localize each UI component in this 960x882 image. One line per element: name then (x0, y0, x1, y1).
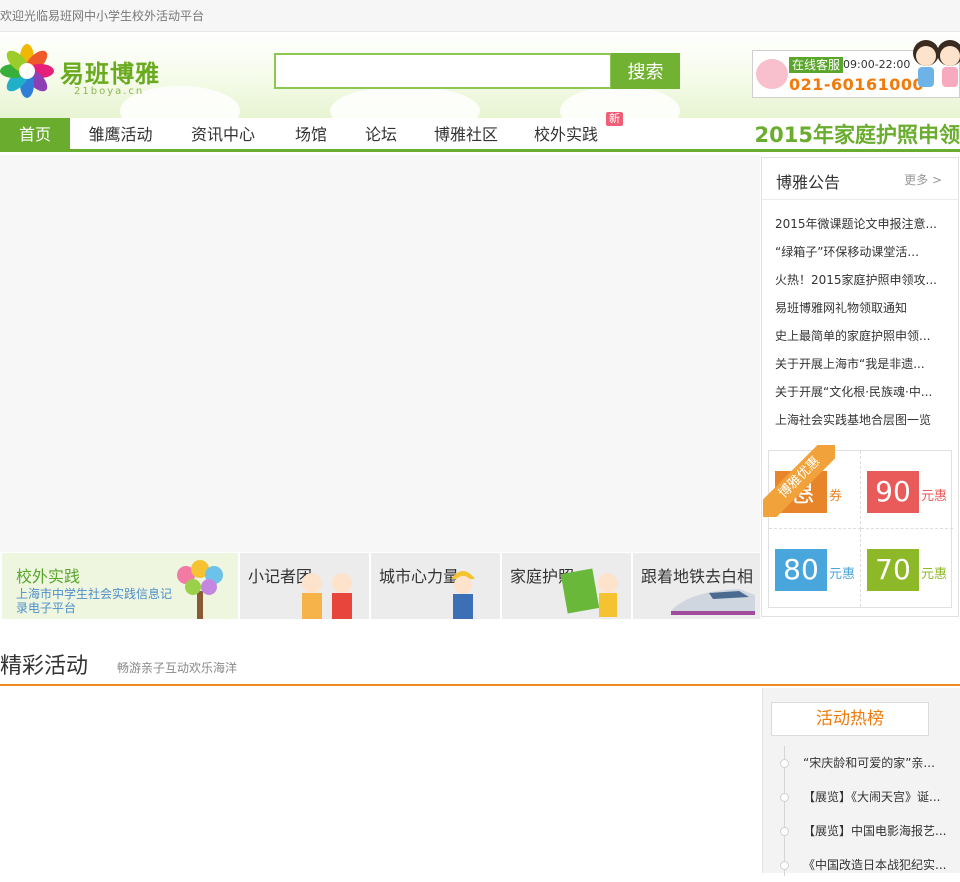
notice-item[interactable]: 关于开展“文化根·民族魂·中... (762, 378, 954, 406)
metro-train-icon (671, 589, 755, 615)
hot-item-label: 【展览】《大闹天宫》诞... (803, 790, 941, 804)
tile-reporter[interactable]: 小记者团 (240, 553, 369, 619)
nav-item-eagle-activity[interactable]: 雏鹰活动 (70, 118, 171, 152)
nav-item-venues[interactable]: 场馆 (275, 118, 347, 152)
hot-item-label: “宋庆龄和可爱的家”亲... (803, 756, 935, 770)
notice-list: 2015年微课题论文申报注意... “绿箱子”环保移动课堂活... 火热！201… (762, 200, 958, 434)
logo-name: 易班博雅 (60, 60, 160, 88)
hot-title: 活动热榜 (771, 702, 929, 736)
cloud-decoration (330, 86, 480, 118)
tile-metro[interactable]: 跟着地铁去白相 (633, 553, 760, 619)
section-header: 精彩活动 畅游亲子互动欢乐海洋 (0, 648, 960, 686)
search-input[interactable] (274, 53, 612, 89)
nav-item-news[interactable]: 资讯中心 (171, 118, 275, 152)
coupon-ribbon-label: 博雅优惠 (763, 445, 835, 517)
service-hours: 09:00-22:00 (843, 58, 911, 71)
flower-logo-icon (0, 44, 54, 98)
notice-item[interactable]: 关于开展上海市“我是非遗... (762, 350, 954, 378)
service-phone: 021-60161000 (789, 75, 925, 94)
tile-city-power[interactable]: 城市心力量 (371, 553, 500, 619)
coupon-value: 70 (867, 549, 919, 591)
kids-reporter-icon (302, 573, 352, 619)
notice-item[interactable]: 上海社会实践基地合层图一览 (762, 406, 954, 434)
tile-subtitle: 上海市中学生社会实践信息记录电子平台 (16, 587, 173, 615)
site-logo[interactable]: 易班博雅 21boya.cn (0, 44, 170, 100)
nav-label: 资讯中心 (190, 125, 255, 144)
nav-item-forum[interactable]: 论坛 (347, 118, 415, 152)
pig-mascot-icon (756, 59, 788, 89)
search-box: 搜索 (274, 53, 680, 89)
hot-list: “宋庆龄和可爱的家”亲... 【展览】《大闹天宫》诞... 【展览】中国电影海报… (763, 746, 960, 882)
logo-domain: 21boya.cn (74, 86, 145, 97)
section-subtitle: 畅游亲子互动欢乐海洋 (117, 661, 238, 675)
hot-item-label: 《中国改造日本战犯纪实... (803, 858, 947, 872)
main-nav: 首页 雏鹰活动 资讯中心 场馆 论坛 博雅社区 校外实践 新 2015年家庭护照… (0, 112, 960, 152)
nav-promo-banner[interactable]: 2015年家庭护照申领 (755, 118, 960, 152)
coupon-unit: 元惠 (921, 489, 948, 504)
service-tag: 在线客服 (789, 57, 844, 73)
coupon-ribbon: 博雅优惠 (763, 445, 835, 517)
coupon-panel: 惠 券 90 元惠 80 元惠 70 元惠 博雅优惠 (763, 445, 953, 608)
coupon-cell[interactable]: 90 元惠 (861, 451, 953, 529)
search-button[interactable]: 搜索 (611, 53, 680, 89)
coupon-unit: 元惠 (921, 567, 948, 582)
tile-family-passport[interactable]: 家庭护照 (502, 553, 631, 619)
feature-tiles: 校外实践 上海市中学生社会实践信息记录电子平台 小记者团 城市心力量 家庭护照 … (0, 553, 760, 619)
hero-banner[interactable] (0, 155, 760, 552)
hot-item[interactable]: “宋庆龄和可爱的家”亲... (763, 746, 953, 780)
section-title: 精彩活动 (0, 654, 89, 679)
coupon-value: 80 (775, 549, 827, 591)
hot-item-label: 【展览】中国电影海报艺... (803, 824, 947, 838)
notice-title: 博雅公告 (776, 173, 841, 192)
notice-item[interactable]: 2015年微课题论文申报注意... (762, 210, 954, 238)
nav-label: 博雅社区 (433, 125, 498, 144)
notice-more-link[interactable]: 更多 > (904, 171, 942, 188)
new-badge: 新 (606, 112, 623, 126)
notice-item[interactable]: 火热！2015家庭护照申领攻... (762, 266, 954, 294)
nav-label: 校外实践 (533, 125, 598, 144)
hot-activities-panel: 活动热榜 “宋庆龄和可爱的家”亲... 【展览】《大闹天宫》诞... 【展览】中… (762, 688, 960, 876)
top-welcome-bar: 欢迎光临易班网中小学生校外活动平台 (0, 0, 960, 32)
kids-mascot-icon (913, 40, 960, 87)
hot-item[interactable]: 【展览】中国电影海报艺... (763, 814, 953, 848)
nav-item-community[interactable]: 博雅社区 (415, 118, 517, 152)
coupon-unit: 元惠 (829, 567, 856, 582)
nav-label: 论坛 (364, 125, 397, 144)
nav-item-practice[interactable]: 校外实践 新 (517, 112, 623, 152)
notice-header: 博雅公告 更多 > (762, 158, 958, 200)
header: 易班博雅 21boya.cn 搜索 在线客服 09:00-22:00 021-6… (0, 32, 960, 118)
timeline-dot-icon (780, 759, 789, 768)
welcome-text: 欢迎光临易班网中小学生校外活动平台 (0, 9, 205, 23)
tile-title: 校外实践 (16, 567, 81, 586)
coupon-cell[interactable]: 80 元惠 (769, 529, 861, 607)
coupon-cell[interactable]: 70 元惠 (861, 529, 953, 607)
timeline-dot-icon (780, 827, 789, 836)
tile-practice[interactable]: 校外实践 上海市中学生社会实践信息记录电子平台 (2, 553, 238, 619)
online-service[interactable]: 在线客服 09:00-22:00 021-60161000 (752, 40, 960, 98)
nav-item-home[interactable]: 首页 (0, 118, 70, 152)
heart-tree-icon (177, 560, 223, 619)
notice-item[interactable]: 史上最简单的家庭护照申领... (762, 322, 954, 350)
passport-book-icon (560, 568, 618, 617)
notice-item[interactable]: “绿箱子”环保移动课堂活... (762, 238, 954, 266)
nav-label: 首页 (18, 125, 51, 144)
notice-item[interactable]: 易班博雅网礼物领取通知 (762, 294, 954, 322)
coupon-value: 90 (867, 471, 919, 513)
hot-item[interactable]: 【展览】《大闹天宫》诞... (763, 780, 953, 814)
nav-label: 场馆 (294, 125, 327, 144)
nav-label: 雏鹰活动 (88, 125, 153, 144)
timeline-dot-icon (780, 861, 789, 870)
timeline-dot-icon (780, 793, 789, 802)
hot-item[interactable]: 《中国改造日本战犯纪实... (763, 848, 953, 882)
worker-icon (451, 571, 475, 619)
